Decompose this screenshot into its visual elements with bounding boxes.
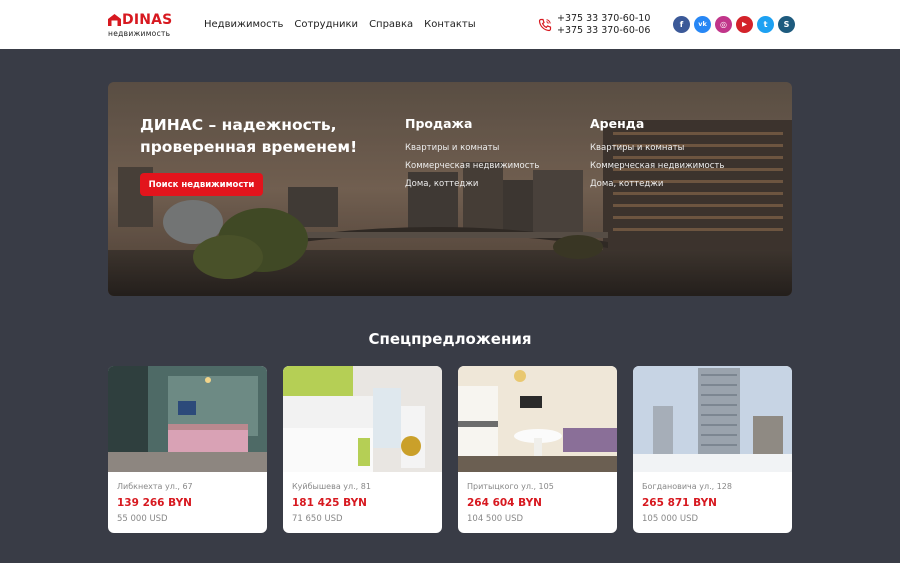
offer-price-usd: 104 500 USD (467, 514, 524, 524)
offer-photo-building (633, 366, 792, 472)
offer-photo-kitchen (283, 366, 442, 472)
offer-card[interactable]: Либкнехта ул., 67 139 266 BYN 55 000 USD (108, 366, 267, 533)
offer-photo-bedroom (108, 366, 267, 472)
house-logo-icon (108, 14, 121, 26)
phone-icon (538, 18, 552, 32)
sale-menu: Продажа Квартиры и комнаты Коммерческая … (405, 116, 539, 193)
rent-link-commercial[interactable]: Коммерческая недвижимость (590, 157, 724, 175)
site-header: DINAS недвижимость Недвижимость Сотрудни… (0, 0, 900, 49)
hero-title: ДИНАС – надежность, проверенная временем… (140, 116, 358, 156)
phone-number-2[interactable]: +375 33 370-60-06 (557, 25, 650, 37)
nav-item-contacts[interactable]: Контакты (424, 18, 475, 32)
social-links: f vk ◎ ▶ t S (673, 16, 795, 33)
offer-price-usd: 105 000 USD (642, 514, 699, 524)
offer-card[interactable]: Богдановича ул., 128 265 871 BYN 105 000… (633, 366, 792, 533)
nav-item-staff[interactable]: Сотрудники (294, 18, 358, 32)
nav-item-help[interactable]: Справка (369, 18, 413, 32)
rent-heading[interactable]: Аренда (590, 116, 724, 132)
rent-menu: Аренда Квартиры и комнаты Коммерческая н… (590, 116, 724, 193)
offer-price-byn: 264 604 BYN (467, 497, 542, 509)
logo[interactable]: DINAS недвижимость (108, 12, 174, 38)
hero-banner: ДИНАС – надежность, проверенная временем… (108, 82, 792, 296)
search-realty-button[interactable]: Поиск недвижимости (140, 173, 263, 196)
offer-price-usd: 55 000 USD (117, 514, 168, 524)
vk-icon[interactable]: vk (694, 16, 711, 33)
offer-address: Притыцкого ул., 105 (467, 482, 554, 491)
offer-address: Куйбышева ул., 81 (292, 482, 371, 491)
youtube-icon[interactable]: ▶ (736, 16, 753, 33)
offer-photo-living-room (458, 366, 617, 472)
offer-price-byn: 265 871 BYN (642, 497, 717, 509)
sale-heading[interactable]: Продажа (405, 116, 539, 132)
rent-link-houses[interactable]: Дома, коттеджи (590, 175, 724, 193)
offer-address: Богдановича ул., 128 (642, 482, 732, 491)
logo-subtitle: недвижимость (108, 29, 171, 38)
offer-price-byn: 139 266 BYN (117, 497, 192, 509)
logo-brand: DINAS (122, 12, 173, 28)
offer-price-usd: 71 650 USD (292, 514, 343, 524)
main-nav: Недвижимость Сотрудники Справка Контакты (204, 18, 476, 32)
rent-link-apartments[interactable]: Квартиры и комнаты (590, 139, 724, 157)
twitter-icon[interactable]: t (757, 16, 774, 33)
offer-price-byn: 181 425 BYN (292, 497, 367, 509)
phone-block: +375 33 370-60-10 +375 33 370-60-06 (538, 12, 650, 38)
offer-address: Либкнехта ул., 67 (117, 482, 193, 491)
phone-number-1[interactable]: +375 33 370-60-10 (557, 13, 650, 25)
offer-card[interactable]: Куйбышева ул., 81 181 425 BYN 71 650 USD (283, 366, 442, 533)
sale-link-houses[interactable]: Дома, коттеджи (405, 175, 539, 193)
offer-card[interactable]: Притыцкого ул., 105 264 604 BYN 104 500 … (458, 366, 617, 533)
offers-title: Спецпредложения (368, 330, 532, 348)
sale-link-apartments[interactable]: Квартиры и комнаты (405, 139, 539, 157)
skype-icon[interactable]: S (778, 16, 795, 33)
facebook-icon[interactable]: f (673, 16, 690, 33)
nav-item-realty[interactable]: Недвижимость (204, 18, 283, 32)
instagram-icon[interactable]: ◎ (715, 16, 732, 33)
sale-link-commercial[interactable]: Коммерческая недвижимость (405, 157, 539, 175)
